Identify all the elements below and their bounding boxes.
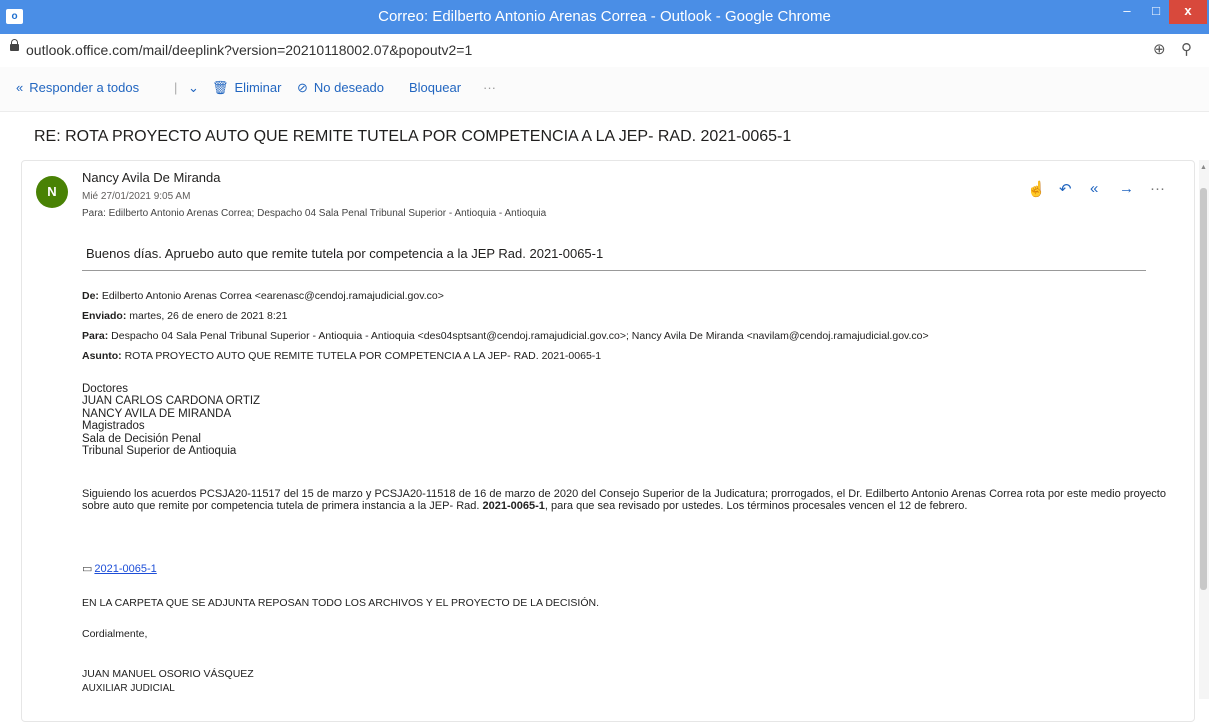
zoom-plus-icon[interactable]: ⊕ [1153, 40, 1166, 58]
attachment-link[interactable]: ▭ 2021-0065-1 [82, 562, 157, 575]
delete-label: Eliminar [234, 80, 282, 95]
addressee-line: Sala de Decisión Penal [82, 433, 201, 445]
url-text[interactable]: outlook.office.com/mail/deeplink?version… [26, 42, 472, 58]
quoted-to: Para: Despacho 04 Sala Penal Tribunal Su… [82, 330, 929, 342]
addressee-line: Magistrados [82, 420, 145, 432]
reply-all-button[interactable]: « Responder a todos [16, 80, 139, 95]
message-subject: RE: ROTA PROYECTO AUTO QUE REMITE TUTELA… [34, 128, 792, 145]
block-label: Bloquear [409, 80, 462, 95]
scroll-up-icon[interactable]: ▲ [1200, 164, 1207, 171]
addressee-line: Tribunal Superior de Antioquia [82, 445, 237, 457]
block-circle-icon: ⊘ [297, 80, 308, 95]
reply-all-icon: « [16, 80, 24, 95]
folder-icon: ▭ [82, 563, 93, 575]
quote-divider [82, 270, 1146, 271]
reply-all-label: Responder a todos [29, 80, 140, 95]
message-date: Mié 27/01/2021 9:05 AM [82, 191, 191, 202]
trash-icon: 🗑 [212, 80, 229, 95]
quoted-from: De: Edilberto Antonio Arenas Correa <ear… [82, 290, 444, 302]
maximize-button[interactable]: □ [1140, 0, 1172, 24]
scrollbar[interactable]: ▲ [1199, 160, 1209, 699]
addressee-line: JUAN CARLOS CARDONA ORTIZ [82, 395, 261, 407]
recipients-line: Para: Edilberto Antonio Arenas Correa; D… [82, 208, 547, 219]
sent-label: Enviado: [82, 310, 127, 322]
window-title: Correo: Edilberto Antonio Arenas Correa … [378, 8, 831, 25]
signer-role: AUXILIAR JUDICIAL [82, 683, 175, 694]
sender-name[interactable]: Nancy Avila De Miranda [82, 170, 221, 185]
from-value: Edilberto Antonio Arenas Correa <earenas… [98, 290, 444, 302]
message-toolbar: « Responder a todos | ⌄ 🗑 Eliminar ⊘ No des… [0, 67, 1209, 112]
quoted-sent: Enviado: martes, 26 de enero de 2021 8:2… [82, 310, 287, 322]
closing: Cordialmente, [82, 628, 148, 640]
junk-button[interactable]: ⊘ No deseado [297, 80, 384, 96]
junk-label: No deseado [313, 80, 385, 95]
paragraph-text-end: , para que sea revisado por ustedes. Los… [544, 500, 968, 512]
from-label: De: [82, 290, 99, 302]
reply-all-small-icon[interactable]: « [1090, 180, 1098, 197]
delete-button[interactable]: 🗑 Eliminar [212, 80, 281, 96]
quoted-subject: Asunto: ROTA PROYECTO AUTO QUE REMITE TU… [82, 350, 601, 362]
block-button[interactable]: Bloquear [409, 80, 461, 95]
case-number: 2021-0065-1 [482, 500, 545, 512]
folder-note: EN LA CARPETA QUE SE ADJUNTA REPOSAN TOD… [82, 597, 599, 609]
scrollbar-thumb[interactable] [1200, 188, 1207, 590]
window-titlebar: o Correo: Edilberto Antonio Arenas Corre… [0, 0, 1209, 34]
minimize-button[interactable]: – [1111, 0, 1143, 24]
reply-icon[interactable]: ↶ [1059, 180, 1072, 198]
like-icon[interactable]: ☝ [1027, 180, 1046, 198]
search-icon[interactable]: ⚲ [1181, 40, 1192, 58]
address-bar[interactable]: outlook.office.com/mail/deeplink?version… [0, 34, 1209, 68]
reply-body: Buenos días. Apruebo auto que remite tut… [86, 246, 604, 261]
addressee-line: Doctores [82, 383, 129, 395]
forward-icon[interactable]: → [1119, 180, 1134, 197]
body-paragraph: Siguiendo los acuerdos PCSJA20-11517 del… [82, 488, 1166, 512]
sent-value: martes, 26 de enero de 2021 8:21 [126, 310, 288, 322]
addressee-line: NANCY AVILA DE MIRANDA [82, 408, 232, 420]
attachment-label: 2021-0065-1 [94, 563, 157, 575]
toolbar-divider: | [174, 80, 178, 95]
lock-icon [10, 39, 19, 51]
close-button[interactable]: x [1169, 0, 1207, 24]
signer-name: JUAN MANUEL OSORIO VÁSQUEZ [82, 668, 254, 680]
more-actions-button[interactable]: ··· [483, 80, 496, 95]
subject-label: Asunto: [82, 350, 122, 362]
subject-value: ROTA PROYECTO AUTO QUE REMITE TUTELA POR… [121, 350, 602, 362]
to-label: Para: [82, 330, 109, 342]
avatar[interactable]: N [36, 176, 68, 208]
to-value: Despacho 04 Sala Penal Tribunal Superior… [108, 330, 929, 342]
chevron-down-icon[interactable]: ⌄ [188, 80, 199, 96]
more-icon[interactable]: ··· [1150, 180, 1165, 197]
